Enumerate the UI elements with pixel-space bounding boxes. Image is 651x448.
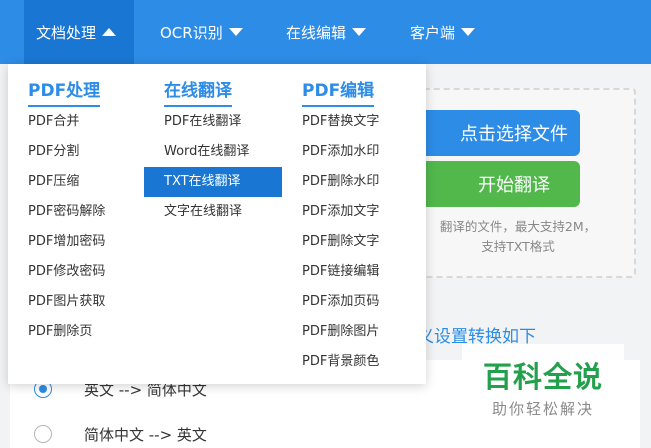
caret-down-icon xyxy=(461,28,476,36)
nav-label: OCR识别 xyxy=(160,23,223,42)
upload-hint-line: 翻译的文件，最大支持2M， xyxy=(439,219,597,234)
menu-item-txt-translate[interactable]: TXT在线翻译 xyxy=(144,167,282,197)
caret-down-icon xyxy=(352,28,367,36)
nav-label: 在线编辑 xyxy=(286,23,347,42)
watermark-badge: 百科全说 助你轻松解决 xyxy=(462,344,624,422)
menu-item-text-translate[interactable]: 文字在线翻译 xyxy=(164,197,242,227)
menu-header-pdf-processing: PDF处理 xyxy=(28,76,101,107)
menu-item-pdf-delete-images[interactable]: PDF删除图片 xyxy=(302,317,379,347)
menu-item-pdf-extract-images[interactable]: PDF图片获取 xyxy=(28,287,105,317)
menu-item-pdf-merge[interactable]: PDF合并 xyxy=(28,107,79,137)
watermark-logo-text: 百科全说 xyxy=(482,360,603,394)
doc-processing-dropdown: PDF处理 PDF合并 PDF分割 PDF压缩 PDF密码解除 PDF增加密码 … xyxy=(8,64,426,384)
menu-header-pdf-edit: PDF编辑 xyxy=(302,76,375,107)
caret-down-icon xyxy=(228,28,243,36)
menu-item-pdf-background-color[interactable]: PDF背景颜色 xyxy=(302,347,379,377)
menu-header-online-translate: 在线翻译 xyxy=(164,76,232,107)
option-label: 简体中文 --> 英文 xyxy=(84,425,207,444)
menu-item-pdf-link-edit[interactable]: PDF链接编辑 xyxy=(302,257,379,287)
menu-item-pdf-split[interactable]: PDF分割 xyxy=(28,137,79,167)
menu-item-pdf-translate[interactable]: PDF在线翻译 xyxy=(164,107,241,137)
nav-label: 文档处理 xyxy=(36,23,97,42)
nav-item-online-edit[interactable]: 在线编辑 xyxy=(286,0,386,64)
top-nav: 文档处理 OCR识别 在线编辑 客户端 xyxy=(0,0,651,64)
nav-item-ocr[interactable]: OCR识别 xyxy=(160,0,260,64)
nav-label: 客户端 xyxy=(410,23,456,42)
menu-item-pdf-remove-watermark[interactable]: PDF删除水印 xyxy=(302,167,379,197)
menu-item-word-translate[interactable]: Word在线翻译 xyxy=(164,137,249,167)
select-file-button[interactable]: 点击选择文件 xyxy=(408,110,580,156)
start-translate-button[interactable]: 开始翻译 xyxy=(408,161,580,207)
menu-item-pdf-add-watermark[interactable]: PDF添加水印 xyxy=(302,137,379,167)
menu-item-pdf-compress[interactable]: PDF压缩 xyxy=(28,167,79,197)
nav-item-doc-processing[interactable]: 文档处理 xyxy=(24,0,134,64)
menu-item-pdf-add-page-numbers[interactable]: PDF添加页码 xyxy=(302,287,379,317)
menu-item-pdf-delete-pages[interactable]: PDF删除页 xyxy=(28,317,92,347)
menu-item-pdf-delete-text[interactable]: PDF删除文字 xyxy=(302,227,379,257)
option-zh-to-en[interactable]: 简体中文 --> 英文 xyxy=(34,421,207,447)
upload-hint: 翻译的文件，最大支持2M， 支持TXT格式 xyxy=(400,217,636,257)
nav-item-client[interactable]: 客户端 xyxy=(410,0,500,64)
caret-up-icon xyxy=(102,28,117,36)
upload-hint-line: 支持TXT格式 xyxy=(481,239,555,254)
menu-item-pdf-add-password[interactable]: PDF增加密码 xyxy=(28,227,105,257)
menu-item-pdf-change-password[interactable]: PDF修改密码 xyxy=(28,257,105,287)
radio-button[interactable] xyxy=(34,425,52,443)
menu-item-pdf-add-text[interactable]: PDF添加文字 xyxy=(302,197,379,227)
menu-item-pdf-unlock[interactable]: PDF密码解除 xyxy=(28,197,105,227)
watermark-slogan: 助你轻松解决 xyxy=(491,400,594,418)
menu-item-pdf-replace-text[interactable]: PDF替换文字 xyxy=(302,107,379,137)
